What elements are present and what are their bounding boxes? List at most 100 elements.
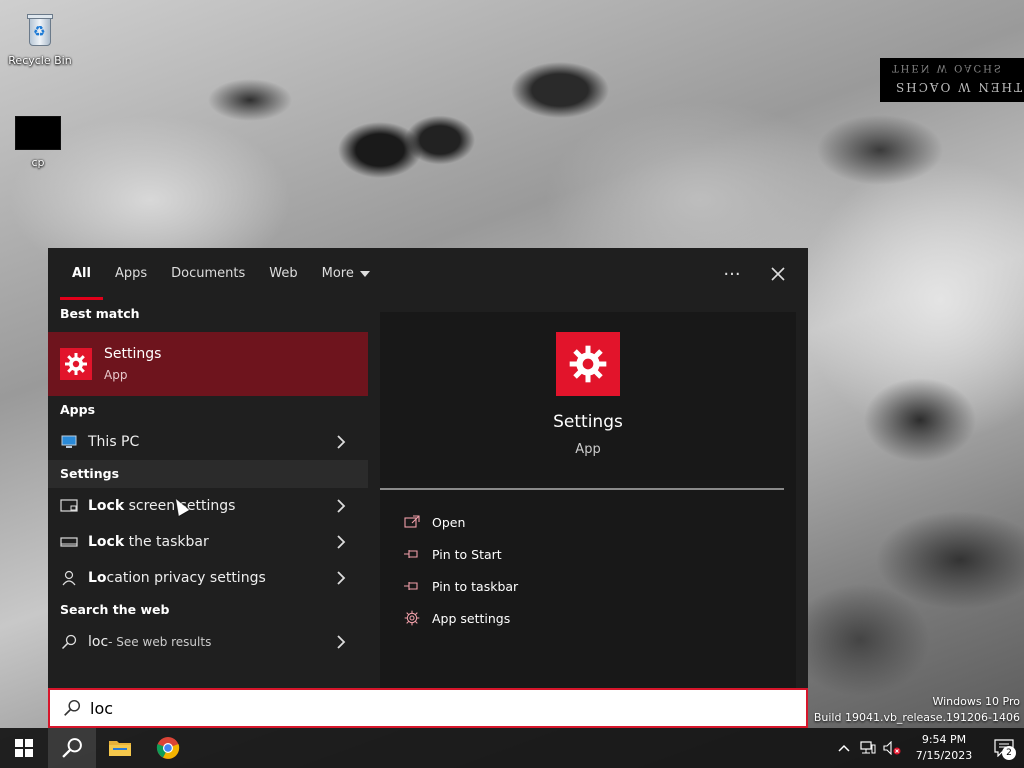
this-pc-label: This PC [88,434,140,450]
close-button[interactable] [764,260,792,288]
apps-header: Apps [60,402,96,417]
search-icon [60,696,84,720]
volume-button[interactable] [880,728,904,768]
lock-screen-icon [60,497,78,515]
tab-apps[interactable]: Apps [103,248,159,300]
chevron-right-icon [337,635,346,649]
tray-overflow-button[interactable] [832,728,856,768]
windows-logo-icon [15,739,33,757]
recycle-bin-label: Recycle Bin [8,54,72,67]
notification-count-badge: 2 [1002,746,1016,760]
preview-pane: Settings App Open Pin to Start Pin to ta… [380,312,796,688]
tab-apps-label: Apps [114,266,148,281]
app-settings-action[interactable]: App settings [402,602,518,634]
web-result[interactable]: loc - See web results [48,624,368,660]
pin-icon [402,546,422,562]
network-icon [860,741,876,754]
chevron-right-icon [337,435,346,449]
preview-actions: Open Pin to Start Pin to taskbar App set… [402,506,518,634]
tab-more-label: More [321,266,354,281]
tab-all[interactable]: All [60,248,103,300]
preview-divider [380,488,784,490]
pin-to-start-action[interactable]: Pin to Start [402,538,518,570]
setting-label-rest: the taskbar [124,534,209,550]
settings-header: Settings [48,460,368,488]
tab-documents[interactable]: Documents [159,248,257,300]
chrome-icon [156,737,180,759]
watermark-line-2: THEN W OACHS [894,80,1023,94]
settings-gear-icon [60,348,92,380]
action-center-button[interactable]: 2 [984,728,1024,768]
computer-icon [60,433,78,451]
setting-result-lock-taskbar[interactable]: Lock the taskbar [48,524,368,560]
cp-desktop-icon[interactable]: cp [0,116,76,169]
person-icon [60,569,78,587]
tab-documents-label: Documents [171,266,246,281]
volume-muted-icon [883,741,901,755]
pin-icon [402,578,422,594]
windows-edition-watermark: Windows 10 Pro Build 19041.vb_release.19… [814,694,1020,726]
more-options-button[interactable]: ··· [718,260,746,288]
tab-all-label: All [72,266,91,281]
gear-icon [402,610,422,626]
web-query: loc [88,634,109,650]
taskbar: 9:54 PM 7/15/2023 2 [0,728,1024,768]
recycle-bin-icon: ♻ [23,10,57,50]
cp-label: cp [31,156,45,169]
taskbar-icon [60,533,78,551]
best-match-subtitle: App [104,368,128,382]
app-settings-label: App settings [432,610,511,626]
cp-shortcut-icon [15,116,61,150]
best-match-header: Best match [60,306,140,321]
chrome-button[interactable] [144,728,192,768]
tab-web-label: Web [269,266,298,281]
pin-to-start-label: Pin to Start [432,546,502,562]
search-icon [62,738,82,758]
clock-date: 7/15/2023 [915,749,973,762]
system-tray: 9:54 PM 7/15/2023 2 [832,728,1024,768]
settings-gear-icon [556,332,620,396]
match-highlight: Lock [88,498,125,514]
windows-edition: Windows 10 Pro [932,695,1020,708]
setting-result-lock-screen[interactable]: Lock screen settings [48,488,368,524]
pin-to-taskbar-action[interactable]: Pin to taskbar [402,570,518,602]
search-panel: All Apps Documents Web More ··· Best mat… [48,248,808,688]
taskbar-clock[interactable]: 9:54 PM 7/15/2023 [904,732,984,764]
tab-web[interactable]: Web [257,248,309,300]
preview-subtitle: App [575,442,601,457]
results-list: Best match Settings App Apps This PC Set… [48,300,368,688]
folder-icon [109,741,131,756]
network-button[interactable] [856,728,880,768]
app-result-this-pc[interactable]: This PC [48,424,368,460]
recycle-bin-desktop-icon[interactable]: ♻ Recycle Bin [2,10,78,67]
open-icon [402,514,422,530]
match-highlight: Lo [88,570,107,586]
search-web-header: Search the web [60,602,170,617]
chevron-right-icon [337,535,346,549]
clock-time: 9:54 PM [921,733,967,746]
close-icon [771,267,785,281]
pin-to-taskbar-label: Pin to taskbar [432,578,519,594]
search-tabs: All Apps Documents Web More ··· [48,248,808,300]
file-explorer-button[interactable] [96,728,144,768]
preview-title: Settings [553,412,623,432]
open-action[interactable]: Open [402,506,518,538]
chevron-up-icon [838,744,850,752]
search-taskbar-button[interactable] [48,728,96,768]
windows-build: Build 19041.vb_release.191206-1406 [813,711,1020,724]
best-match-settings[interactable]: Settings App [48,332,368,396]
watermark-line-1: THEN W OACHS [892,62,1003,73]
best-match-title: Settings [104,346,162,362]
start-button[interactable] [0,728,48,768]
match-highlight: Lock [88,534,125,550]
setting-result-location-privacy[interactable]: Location privacy settings [48,560,368,596]
setting-label-rest: cation privacy settings [106,570,266,586]
chevron-right-icon [337,499,346,513]
search-icon [60,633,78,651]
tab-more[interactable]: More [310,248,382,300]
web-result-suffix: - See web results [108,635,212,649]
search-input[interactable] [90,698,690,718]
search-box[interactable] [48,688,808,728]
wallpaper-watermark: THEN W OACHS THEN W OACHS [880,58,1024,102]
chevron-down-icon [359,270,370,277]
